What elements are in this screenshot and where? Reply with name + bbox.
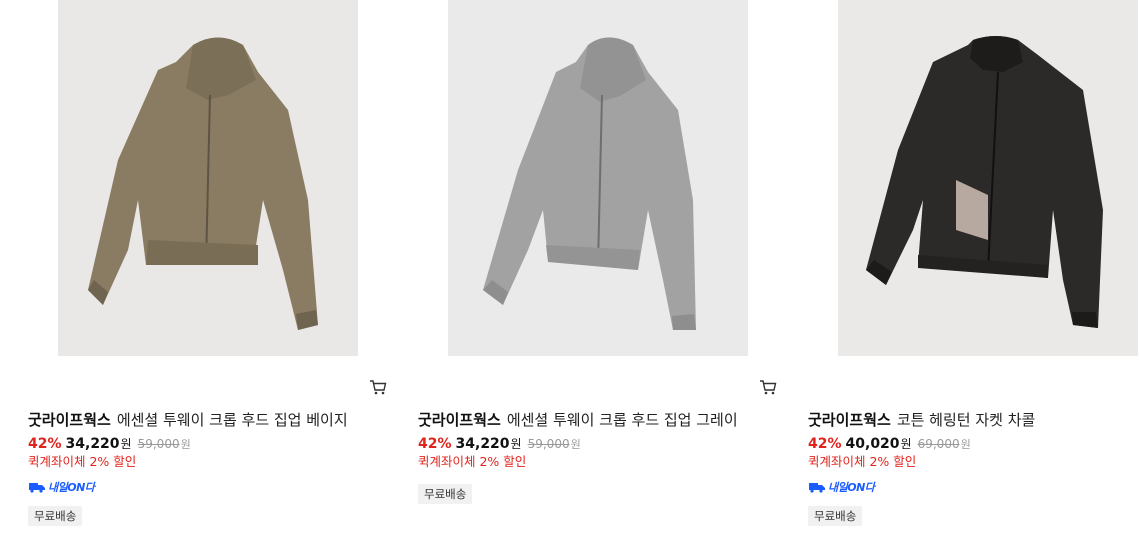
delivery-truck-icon bbox=[809, 483, 825, 493]
sale-price: 40,020 bbox=[845, 436, 900, 452]
product-image[interactable] bbox=[448, 0, 748, 356]
free-shipping-badge: 무료배송 bbox=[808, 506, 863, 526]
product-card[interactable]: 굿라이프웍스 코튼 헤링턴 자켓 차콜 42% 40,020원 69,000원 퀵계좌… bbox=[808, 0, 1138, 536]
original-price-unit: 원 bbox=[570, 438, 581, 451]
tomorrow-delivery-badge: 내일ON다 bbox=[808, 480, 875, 494]
free-shipping-badge: 무료배송 bbox=[28, 506, 83, 526]
hoodie-jacket-image bbox=[483, 37, 696, 330]
product-title[interactable]: 굿라이프웍스 에센셜 투웨이 크롭 후드 집업 그레이 bbox=[418, 410, 758, 430]
brand-name[interactable]: 굿라이프웍스 bbox=[808, 411, 891, 429]
cart-icon[interactable] bbox=[369, 378, 387, 396]
promo-text: 퀵계좌이체 2% 할인 bbox=[808, 454, 917, 469]
original-price-unit: 원 bbox=[960, 438, 971, 451]
price-row: 42% 34,220원 59,000원 bbox=[28, 435, 191, 454]
price-unit: 원 bbox=[510, 437, 522, 451]
price-row: 42% 34,220원 59,000원 bbox=[418, 435, 581, 454]
tomorrow-delivery-text: 내일ON다 bbox=[828, 481, 875, 494]
discount-rate: 42% bbox=[28, 436, 62, 452]
sale-price: 34,220 bbox=[65, 436, 120, 452]
original-price: 69,000 bbox=[917, 437, 960, 451]
free-shipping-badge: 무료배송 bbox=[418, 484, 473, 504]
cart-icon[interactable] bbox=[759, 378, 777, 396]
product-title[interactable]: 굿라이프웍스 에센셜 투웨이 크롭 후드 집업 베이지 bbox=[28, 410, 368, 430]
price-unit: 원 bbox=[120, 437, 132, 451]
original-price: 59,000 bbox=[527, 437, 570, 451]
product-image[interactable] bbox=[58, 0, 358, 356]
original-price: 59,000 bbox=[137, 437, 180, 451]
tomorrow-delivery-badge: 내일ON다 bbox=[28, 480, 95, 494]
hoodie-jacket-image bbox=[88, 37, 318, 330]
promo-text: 퀵계좌이체 2% 할인 bbox=[418, 454, 527, 469]
brand-name[interactable]: 굿라이프웍스 bbox=[418, 411, 501, 429]
product-title[interactable]: 굿라이프웍스 코튼 헤링턴 자켓 차콜 bbox=[808, 410, 1139, 430]
product-name[interactable]: 코튼 헤링턴 자켓 차콜 bbox=[897, 411, 1036, 429]
delivery-truck-icon bbox=[29, 483, 45, 493]
product-name[interactable]: 에센셜 투웨이 크롭 후드 집업 그레이 bbox=[507, 411, 738, 429]
tomorrow-delivery-text: 내일ON다 bbox=[48, 481, 95, 494]
price-row: 42% 40,020원 69,000원 bbox=[808, 435, 971, 454]
harrington-jacket-image bbox=[866, 36, 1103, 328]
original-price-unit: 원 bbox=[180, 438, 191, 451]
product-image[interactable] bbox=[838, 0, 1138, 356]
product-card[interactable]: 굿라이프웍스 에센셜 투웨이 크롭 후드 집업 그레이 42% 34,220원 59,… bbox=[418, 0, 777, 536]
price-unit: 원 bbox=[900, 437, 912, 451]
sale-price: 34,220 bbox=[455, 436, 510, 452]
discount-rate: 42% bbox=[418, 436, 452, 452]
product-name[interactable]: 에센셜 투웨이 크롭 후드 집업 베이지 bbox=[117, 411, 348, 429]
brand-name[interactable]: 굿라이프웍스 bbox=[28, 411, 111, 429]
promo-text: 퀵계좌이체 2% 할인 bbox=[28, 454, 137, 469]
product-card[interactable]: 굿라이프웍스 에센셜 투웨이 크롭 후드 집업 베이지 42% 34,220원 59,… bbox=[28, 0, 387, 536]
discount-rate: 42% bbox=[808, 436, 842, 452]
